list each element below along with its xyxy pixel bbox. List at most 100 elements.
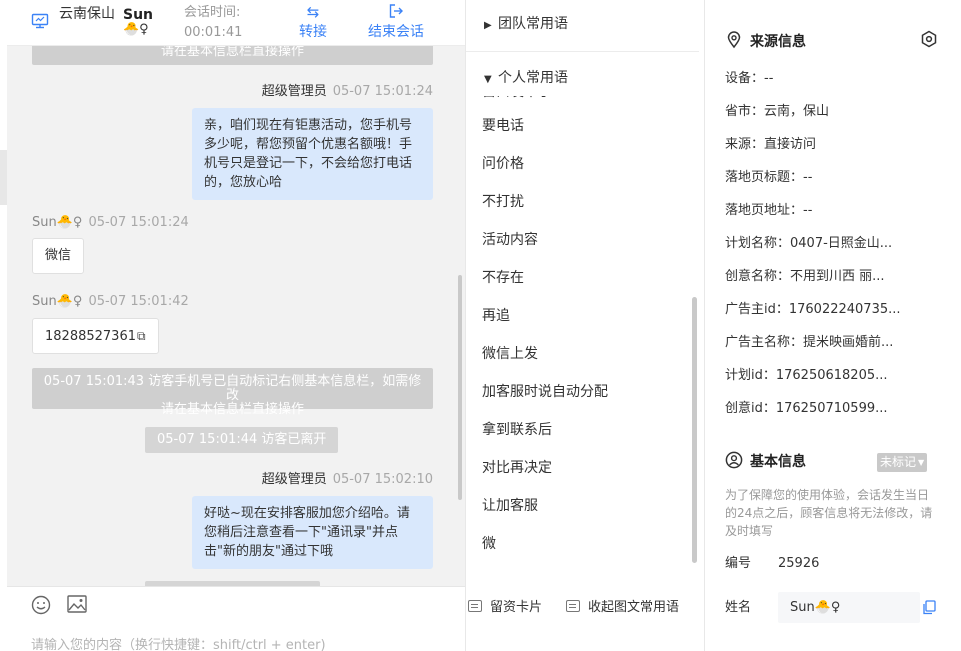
card-icon [468,600,482,612]
chat-header: 云南保山 Sun 🐣♀ 会话时间: 00:01:41 ⇆ 转接 结束会话 [7,0,465,46]
quick-reply-item[interactable]: 微 [482,534,496,554]
message-input[interactable]: 请输入您的内容（换行快捷键：shift/ctrl + enter) [31,634,326,651]
quick-reply-item[interactable]: 让加客服 [482,496,538,516]
quick-reply-item[interactable]: 对比再决定 [482,458,552,478]
message-meta: 超级管理员 05-07 15:02:10 [262,471,433,489]
landing-page-title: 落地页标题：-- [725,170,813,185]
visitor-location: 云南保山 [59,6,115,22]
message-list[interactable]: 请在基本信息栏直接操作 超级管理员 05-07 15:01:24 亲，咱们现在有钜… [7,46,457,586]
message-meta: Sun🐣♀ 05-07 15:01:42 [32,293,189,311]
name-field[interactable]: Sun🐣♀ [778,592,920,623]
system-notice-line1: 05-07 15:01:43 访客手机号已自动标记右侧基本信息栏，如需修改 [43,374,422,403]
system-notice-text: 请在基本信息栏直接操作 [160,46,304,59]
number-value: 25926 [778,556,820,571]
monitor-icon [31,13,49,29]
end-session-label: 结束会话 [368,24,424,40]
chat-scrollbar[interactable] [458,275,462,500]
sender-name: Sun🐣♀ [32,215,83,230]
settings-icon[interactable] [920,30,938,48]
transfer-icon: ⇆ [306,3,320,21]
image-icon[interactable] [67,595,87,613]
source-info-label: 来源信息 [750,34,806,50]
message-time: 05-07 15:01:42 [88,294,189,309]
smile-icon[interactable] [31,595,51,615]
visitor-name: Sun [123,7,154,23]
quick-reply-item[interactable]: 微信上发 [482,344,538,364]
quick-reply-item[interactable]: 加客服时说自动分配 [482,382,608,402]
system-notice: 请在基本信息栏直接操作 [32,46,433,65]
agent-message-bubble: 亲，咱们现在有钜惠活动，您手机号多少呢，帮您预留个优惠名额哦！手机号只是登记一下… [192,108,433,200]
team-replies-label: 团队常用语 [498,16,568,32]
personal-replies-label: 个人常用语 [498,70,568,86]
phone-number-text: 18288527361 [45,329,136,344]
basic-info-label: 基本信息 [750,454,806,470]
collapse-replies-label: 收起图文常用语 [588,600,680,615]
info-panel: 来源信息 设备：-- 省市：云南，保山 来源：直接访问 落地页标题：-- 落地页… [706,0,961,651]
plan-name: 计划名称：0407-日照金山... [725,236,893,251]
quick-reply-item-partial: 窗口发不了 [482,96,552,102]
source-region: 省市：云南，保山 [725,104,830,119]
quick-reply-list[interactable]: 窗口发不了 要电话 问价格 不打扰 活动内容 不存在 再追 微信上发 加客服时说… [466,96,699,574]
sender-name: 超级管理员 [261,84,327,99]
end-session-button[interactable]: 结束会话 [368,2,424,42]
tag-dropdown[interactable]: 未标记 ▼ [877,453,928,472]
message-meta: 超级管理员 05-07 15:01:24 [262,83,433,101]
lead-card-button[interactable]: 留资卡片 [468,600,542,616]
message-time: 05-07 15:02:10 [332,472,433,487]
quick-reply-item[interactable]: 再追 [482,306,510,326]
team-replies-group[interactable]: ▶ 团队常用语 [484,14,568,36]
name-label: 姓名 [725,600,752,615]
exit-icon [368,2,424,22]
personal-replies-group[interactable]: ▼ 个人常用语 [484,68,568,90]
basic-info-title: 基本信息 [725,451,806,472]
quick-reply-item[interactable]: 问价格 [482,154,524,174]
quick-reply-item[interactable]: 不存在 [482,268,524,288]
divider [466,51,699,52]
visitor-left-notice: 05-07 15:01:44 访客已离开 [145,427,339,453]
copy-icon[interactable] [922,600,936,615]
number-label: 编号 [725,556,752,571]
user-message-bubble: 微信 [32,238,85,274]
message-text: 微信 [45,248,72,263]
quick-reply-item[interactable]: 不打扰 [482,192,524,212]
quick-reply-item[interactable]: 拿到联系后 [482,420,552,440]
sender-name: 超级管理员 [261,472,327,487]
advertiser-id: 广告主id：176022240735... [725,302,901,317]
system-notice-line2: 请在基本信息栏直接操作 [160,402,304,417]
visitor-emoji: 🐣♀ [123,22,149,37]
quick-reply-item[interactable]: 活动内容 [482,230,538,250]
chat-input-area: 请输入您的内容（换行快捷键：shift/ctrl + enter) [7,586,465,651]
message-time: 05-07 15:01:24 [332,84,433,99]
user-message-bubble: 18288527361⧉ [32,318,159,354]
transfer-button[interactable]: ⇆ 转接 [299,2,327,42]
tag-dropdown-label: 未标记 [880,455,917,469]
plan-id: 计划id：176250618205... [725,368,888,383]
quick-reply-scrollbar[interactable] [692,297,697,563]
advertiser-name: 广告主名称：提米映画婚前... [725,335,894,350]
source-device: 设备：-- [725,71,774,86]
message-meta: Sun🐣♀ 05-07 15:01:24 [32,214,189,232]
message-icon [566,600,580,612]
creative-name: 创意名称：不用到川西 丽... [725,269,885,284]
edge-handle[interactable] [0,150,7,205]
session-time-label: 会话时间: [184,5,241,20]
caret-right-icon: ▶ [484,20,492,31]
left-edge [0,0,7,651]
quick-reply-item[interactable]: 要电话 [482,116,524,136]
lead-card-label: 留资卡片 [490,600,543,615]
creative-id: 创意id：176250710599... [725,401,888,416]
caret-down-icon: ▼ [918,458,925,467]
copy-icon[interactable]: ⧉ [137,319,146,353]
collapse-replies-button[interactable]: 收起图文常用语 [566,600,679,616]
system-notice: 05-07 15:01:43 访客手机号已自动标记右侧基本信息栏，如需修改 请在… [32,368,433,417]
source-channel: 来源：直接访问 [725,137,817,152]
session-time-value: 00:01:41 [184,25,243,40]
quick-replies-panel: ▶ 团队常用语 ▼ 个人常用语 窗口发不了 要电话 问价格 不打扰 活动内容 不存在… [465,0,705,651]
caret-down-icon: ▼ [484,74,492,85]
source-info-title: 来源信息 [725,31,806,52]
agent-message-bubble: 好哒~现在安排客服加您介绍哈。请您稍后注意查看一下"通讯录"并点击"新的朋友"通… [192,496,433,569]
location-pin-icon [727,31,741,49]
edit-notice: 为了保障您的使用体验，会话发生当日的24点之后，顾客信息将无法修改，请及时填写 [725,488,933,538]
app-root: 云南保山 Sun 🐣♀ 会话时间: 00:01:41 ⇆ 转接 结束会话 请在基… [0,0,961,651]
message-time: 05-07 15:01:24 [88,215,189,230]
